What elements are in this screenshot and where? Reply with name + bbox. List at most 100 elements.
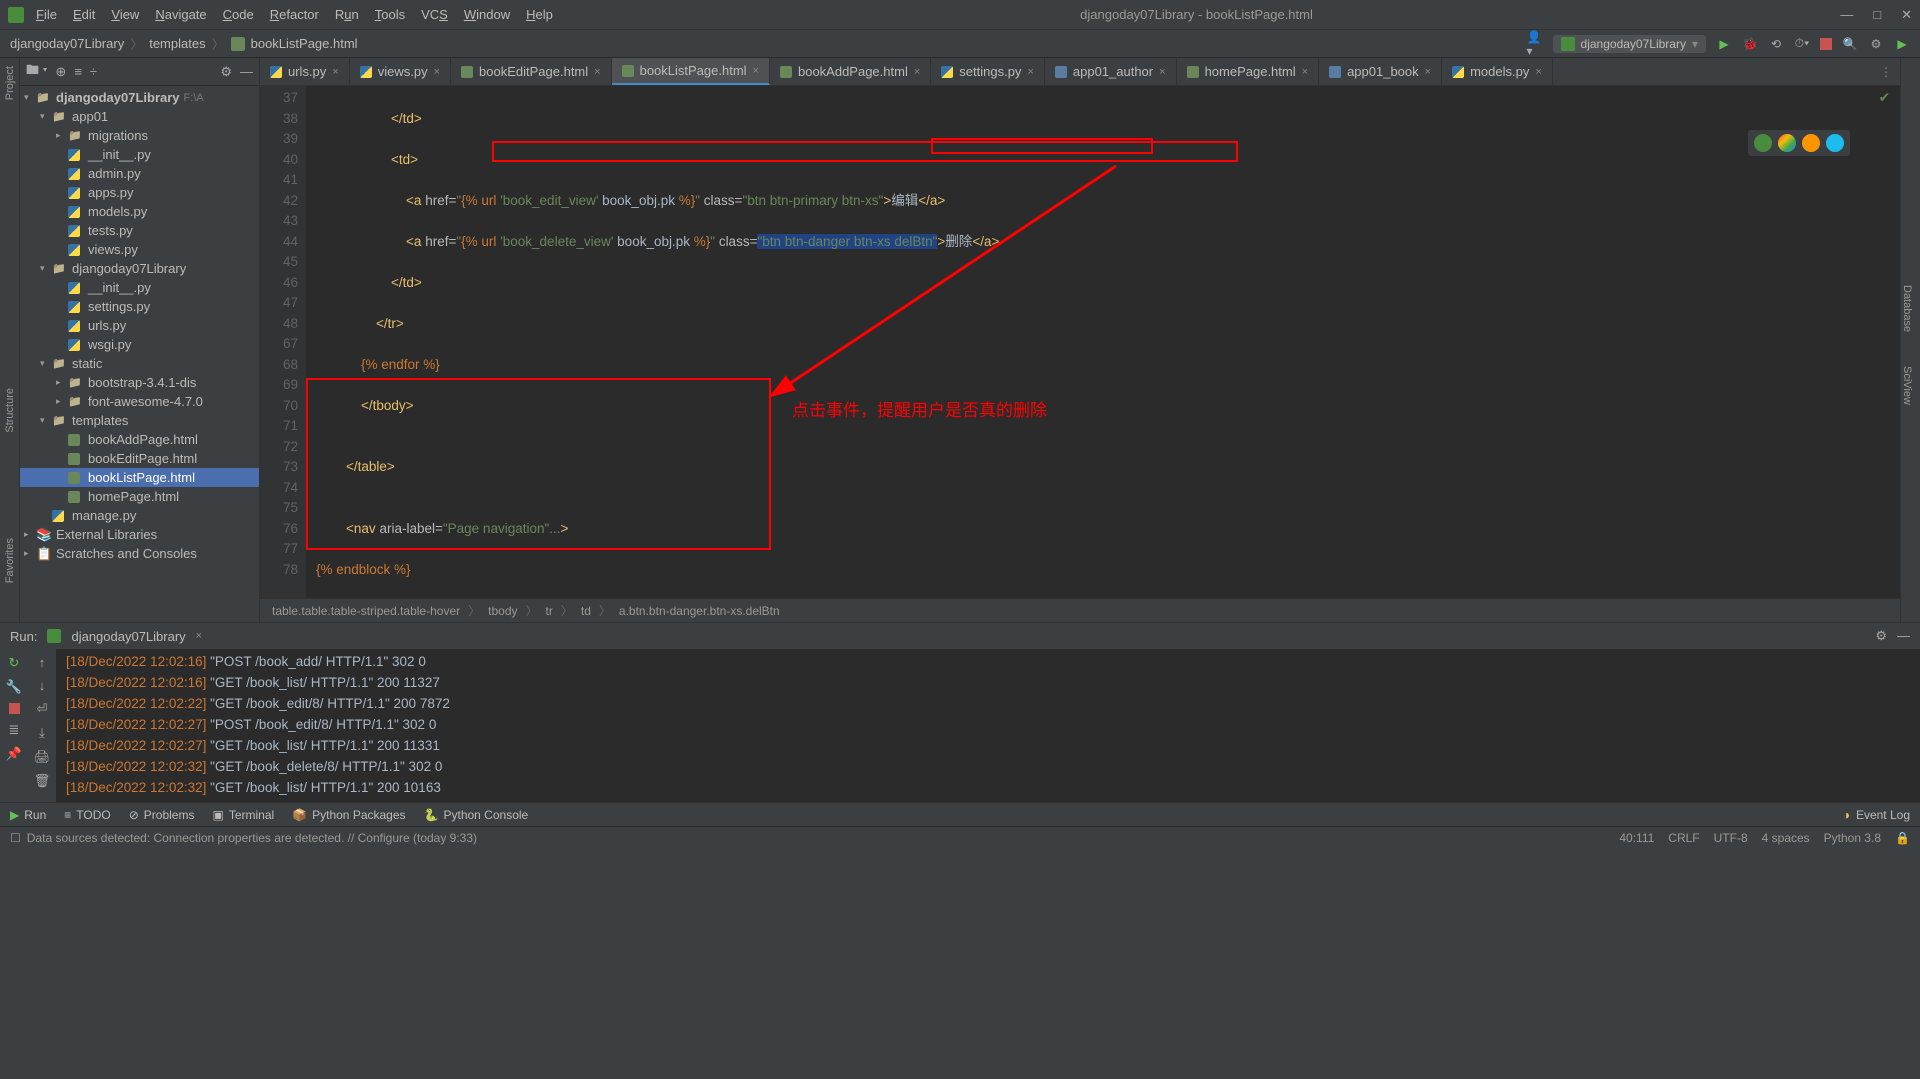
tree-folder-templates[interactable]: ▾templates — [20, 411, 259, 430]
close-tab-icon[interactable]: × — [1535, 66, 1541, 78]
line-separator[interactable]: CRLF — [1668, 831, 1699, 845]
code-breadcrumb-item[interactable]: table.table.table-striped.table-hover — [272, 604, 460, 618]
favorites-tool-tab[interactable]: Favorites — [4, 538, 16, 583]
status-message[interactable]: Data sources detected: Connection proper… — [27, 831, 477, 845]
tree-folder[interactable]: ▸bootstrap-3.4.1-dis — [20, 373, 259, 392]
search-everywhere-icon[interactable]: 🔍 — [1842, 36, 1858, 52]
editor-tab[interactable]: views.py× — [350, 58, 451, 85]
project-tool-tab[interactable]: Project — [4, 66, 16, 100]
code-breadcrumb-item[interactable]: tbody — [488, 604, 517, 618]
problems-tool-tab[interactable]: ⊘ Problems — [129, 808, 195, 822]
run-config-selector[interactable]: djangoday07Library ▾ — [1553, 35, 1706, 53]
run-button-icon[interactable]: ▶ — [1716, 36, 1732, 52]
breadcrumb-file[interactable]: bookListPage.html — [251, 36, 358, 51]
modify-run-icon[interactable]: 🔧 — [6, 679, 22, 695]
tree-external-libs[interactable]: ▸📚External Libraries — [20, 525, 259, 544]
minimize-icon[interactable]: — — [1840, 7, 1853, 23]
profile-icon[interactable]: ⏱▾ — [1794, 36, 1810, 52]
menu-refactor[interactable]: Refactor — [270, 7, 319, 22]
editor-tab[interactable]: app01_book× — [1319, 58, 1442, 85]
event-log-tab[interactable]: Event Log — [1856, 808, 1910, 822]
tree-file[interactable]: bookAddPage.html — [20, 430, 259, 449]
tree-file[interactable]: apps.py — [20, 183, 259, 202]
tree-file[interactable]: homePage.html — [20, 487, 259, 506]
editor-tab[interactable]: bookEditPage.html× — [451, 58, 612, 85]
pin-icon[interactable]: 📌 — [6, 746, 22, 762]
cursor-position[interactable]: 40:111 — [1619, 831, 1654, 845]
close-tab-icon[interactable]: × — [1027, 66, 1033, 78]
collapse-icon[interactable]: ÷ — [90, 64, 97, 79]
stop-button-icon[interactable] — [1820, 38, 1832, 50]
tree-file[interactable]: tests.py — [20, 221, 259, 240]
inspection-ok-icon[interactable]: ✔ — [1879, 88, 1890, 109]
tree-file[interactable]: __init__.py — [20, 278, 259, 297]
editor-tab[interactable]: settings.py× — [931, 58, 1045, 85]
file-encoding[interactable]: UTF-8 — [1714, 831, 1748, 845]
tree-scratches[interactable]: ▸📋Scratches and Consoles — [20, 544, 259, 563]
debug-button-icon[interactable]: 🐞 — [1742, 36, 1758, 52]
indent-setting[interactable]: 4 spaces — [1762, 831, 1810, 845]
tree-file[interactable]: urls.py — [20, 316, 259, 335]
tree-file[interactable]: models.py — [20, 202, 259, 221]
close-tab-icon[interactable]: × — [332, 66, 338, 78]
menu-window[interactable]: Window — [464, 7, 510, 22]
breadcrumb-folder[interactable]: templates — [149, 36, 205, 51]
restore-layout-icon[interactable]: ≣ — [9, 722, 20, 738]
sciview-tool-tab[interactable]: SciView — [1901, 366, 1913, 405]
edge-icon[interactable] — [1826, 134, 1844, 152]
status-hint-icon[interactable]: ☐ — [10, 831, 21, 845]
lock-icon[interactable]: 🔒 — [1895, 831, 1910, 845]
database-tool-tab[interactable]: Database — [1901, 285, 1913, 332]
editor-tab[interactable]: bookAddPage.html× — [770, 58, 931, 85]
close-icon[interactable]: ✕ — [1901, 7, 1912, 23]
scroll-end-icon[interactable]: ⤓ — [39, 725, 45, 741]
tree-folder-static[interactable]: ▾static — [20, 354, 259, 373]
editor-tab[interactable]: app01_author× — [1045, 58, 1177, 85]
terminal-tool-tab[interactable]: ▣ Terminal — [212, 808, 274, 822]
menu-code[interactable]: Code — [223, 7, 254, 22]
settings-gear-icon[interactable]: ⚙ — [1868, 36, 1884, 52]
down-stack-icon[interactable]: ↓ — [39, 678, 46, 693]
close-tab-icon[interactable]: × — [594, 66, 600, 78]
tree-file[interactable]: views.py — [20, 240, 259, 259]
tree-file[interactable]: admin.py — [20, 164, 259, 183]
menu-view[interactable]: View — [111, 7, 139, 22]
tree-file[interactable]: bookEditPage.html — [20, 449, 259, 468]
tree-file[interactable]: settings.py — [20, 297, 259, 316]
menu-help[interactable]: Help — [526, 7, 553, 22]
clear-icon[interactable]: 🗑 — [34, 773, 51, 789]
menu-tools[interactable]: Tools — [375, 7, 405, 22]
tree-file[interactable]: wsgi.py — [20, 335, 259, 354]
code-breadcrumb-item[interactable]: tr — [546, 604, 553, 618]
tree-folder-project[interactable]: ▾djangoday07Library — [20, 259, 259, 278]
stop-run-icon[interactable] — [9, 703, 20, 714]
tree-file[interactable]: manage.py — [20, 506, 259, 525]
project-view-selector[interactable]: 🖿 ▾ — [26, 61, 47, 83]
tree-folder-app01[interactable]: ▾app01 — [20, 107, 259, 126]
code-breadcrumb-item[interactable]: td — [581, 604, 591, 618]
todo-tool-tab[interactable]: ≡ TODO — [64, 808, 110, 822]
editor-tab[interactable]: homePage.html× — [1177, 58, 1320, 85]
python-packages-tab[interactable]: 📦 Python Packages — [292, 808, 405, 822]
tree-folder-migrations[interactable]: ▸migrations — [20, 126, 259, 145]
expand-icon[interactable]: ≡ — [74, 64, 82, 79]
up-stack-icon[interactable]: ↑ — [39, 655, 46, 670]
update-icon[interactable]: ▶ — [1894, 36, 1910, 52]
pycharm-browser-icon[interactable] — [1754, 134, 1772, 152]
close-tab-icon[interactable]: × — [1159, 66, 1165, 78]
locate-icon[interactable]: ⊕ — [55, 64, 66, 80]
editor-tab[interactable]: bookListPage.html× — [612, 58, 770, 85]
editor-tab[interactable]: urls.py× — [260, 58, 350, 85]
run-tab-label[interactable]: djangoday07Library — [71, 629, 185, 644]
minimize-run-panel-icon[interactable]: — — [1897, 628, 1910, 644]
close-tab-icon[interactable]: × — [1425, 66, 1431, 78]
close-tab-icon[interactable]: × — [434, 66, 440, 78]
maximize-icon[interactable]: □ — [1873, 7, 1881, 23]
close-tab-icon[interactable]: × — [1302, 66, 1308, 78]
menu-file[interactable]: File — [36, 7, 57, 22]
hide-panel-icon[interactable]: — — [240, 64, 253, 79]
code-content[interactable]: </td> <td> <a href="{% url 'book_edit_vi… — [306, 86, 1900, 598]
tree-root[interactable]: ▾djangoday07LibraryF:\A — [20, 88, 259, 107]
tree-folder[interactable]: ▸font-awesome-4.7.0 — [20, 392, 259, 411]
breadcrumb-root[interactable]: djangoday07Library — [10, 36, 124, 51]
